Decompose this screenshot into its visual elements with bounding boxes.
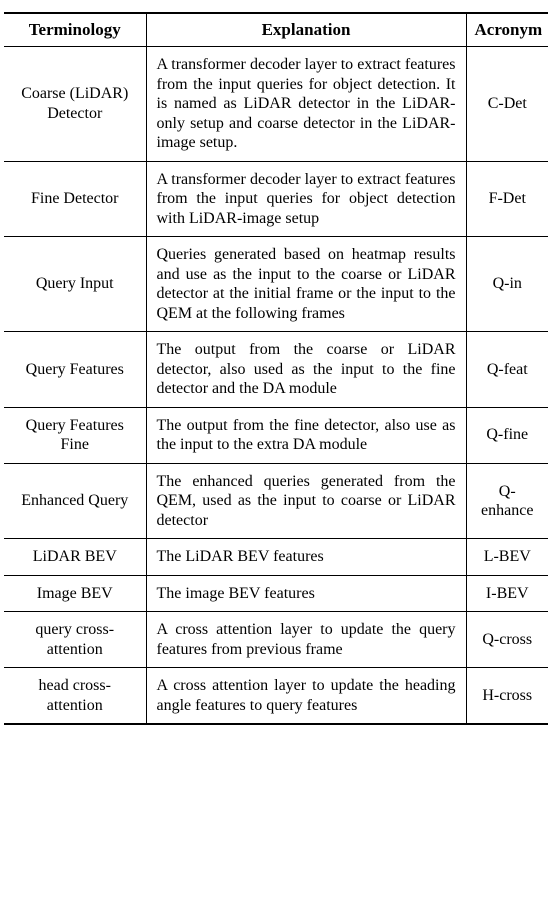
cell-explanation: A transformer decoder layer to ex­tract … — [146, 161, 466, 237]
cell-explanation: A cross attention layer to update the he… — [146, 668, 466, 725]
cell-terminology: Enhanced Query — [4, 463, 146, 539]
terminology-table-container: Terminology Explanation Acronym Coarse (… — [0, 0, 552, 737]
header-acronym: Acronym — [466, 13, 548, 47]
cell-terminology: Query Features Fine — [4, 407, 146, 463]
cell-terminology: Query Input — [4, 237, 146, 332]
table-row: Query Features Fine The output from the … — [4, 407, 548, 463]
cell-terminology: Coarse (LiDAR) Detector — [4, 47, 146, 162]
table-row: Enhanced Query The enhanced queries gene… — [4, 463, 548, 539]
cell-acronym: Q-enhance — [466, 463, 548, 539]
cell-explanation: Queries generated based on heatmap resul… — [146, 237, 466, 332]
cell-explanation: A cross attention layer to update the qu… — [146, 612, 466, 668]
cell-acronym: Q-fine — [466, 407, 548, 463]
cell-explanation: The output from the coarse or Li­DAR det… — [146, 332, 466, 408]
table-row: Query Features The output from the coars… — [4, 332, 548, 408]
cell-acronym: L-BEV — [466, 539, 548, 576]
cell-acronym: Q-in — [466, 237, 548, 332]
cell-explanation: The output from the fine detector, also … — [146, 407, 466, 463]
cell-acronym: F-Det — [466, 161, 548, 237]
table-row: Query Input Queries generated based on h… — [4, 237, 548, 332]
cell-explanation: The image BEV features — [146, 575, 466, 612]
cell-terminology: head cross-attention — [4, 668, 146, 725]
header-explanation: Explanation — [146, 13, 466, 47]
cell-explanation: A transformer decoder layer to ex­tract … — [146, 47, 466, 162]
table-row: head cross-attention A cross attention l… — [4, 668, 548, 725]
table-row: Image BEV The image BEV features I-BEV — [4, 575, 548, 612]
cell-terminology: Query Features — [4, 332, 146, 408]
cell-terminology: Fine Detector — [4, 161, 146, 237]
table-row: Coarse (LiDAR) Detector A transformer de… — [4, 47, 548, 162]
cell-acronym: Q-cross — [466, 612, 548, 668]
cell-terminology: query cross-attention — [4, 612, 146, 668]
table-row: query cross-attention A cross attention … — [4, 612, 548, 668]
table-header-row: Terminology Explanation Acronym — [4, 13, 548, 47]
cell-acronym: H-cross — [466, 668, 548, 725]
cell-explanation: The enhanced queries generated from the … — [146, 463, 466, 539]
cell-explanation: The LiDAR BEV features — [146, 539, 466, 576]
header-terminology: Terminology — [4, 13, 146, 47]
cell-terminology: Image BEV — [4, 575, 146, 612]
terminology-table: Terminology Explanation Acronym Coarse (… — [4, 12, 548, 725]
cell-acronym: C-Det — [466, 47, 548, 162]
table-body: Coarse (LiDAR) Detector A transformer de… — [4, 47, 548, 725]
table-row: LiDAR BEV The LiDAR BEV features L-BEV — [4, 539, 548, 576]
cell-terminology: LiDAR BEV — [4, 539, 146, 576]
cell-acronym: I-BEV — [466, 575, 548, 612]
cell-acronym: Q-feat — [466, 332, 548, 408]
table-row: Fine Detector A transformer decoder laye… — [4, 161, 548, 237]
